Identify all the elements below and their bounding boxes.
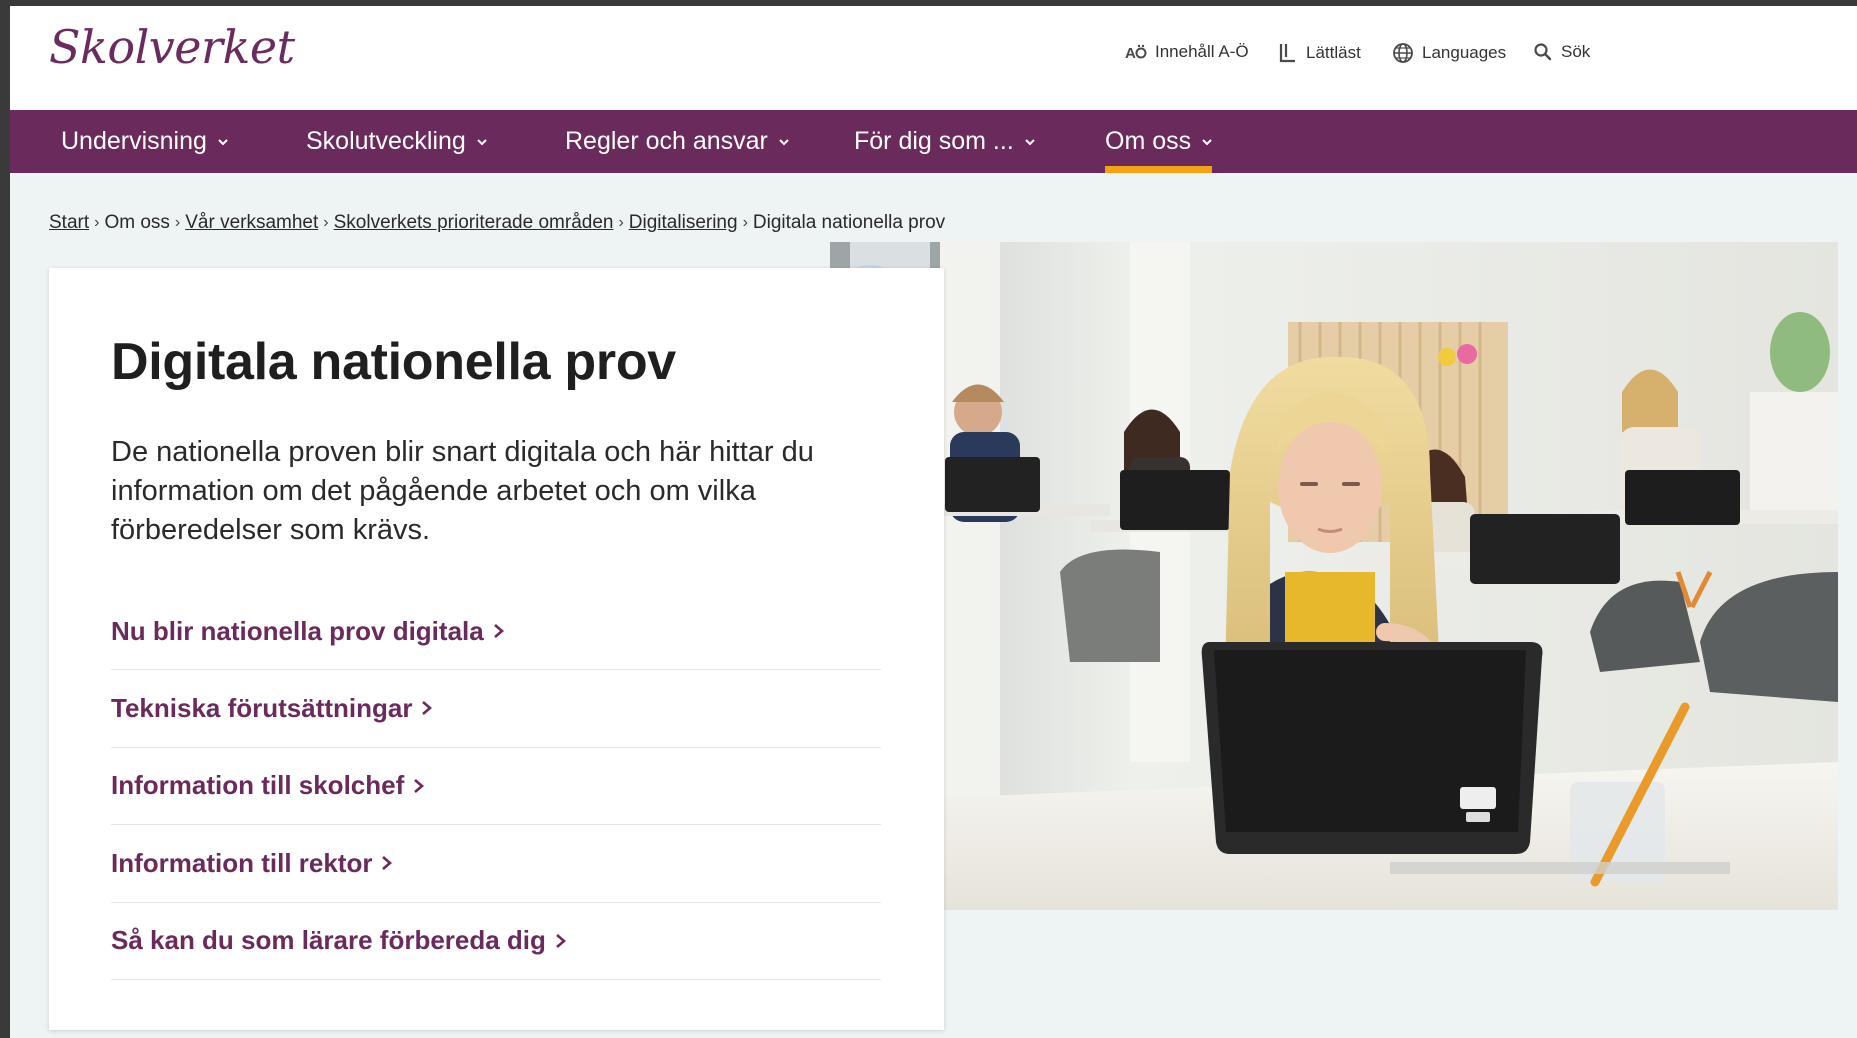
easy-read-icon — [1278, 42, 1298, 64]
breadcrumb-current-page: Digitala nationella prov — [752, 212, 946, 233]
chevron-right-icon — [414, 778, 425, 793]
breadcrumb-om-oss: Om oss — [104, 212, 170, 233]
chevron-down-icon — [779, 138, 789, 145]
nav-item-label: Om oss — [1105, 127, 1192, 155]
hero-classroom-image — [830, 242, 1838, 910]
chevron-right-icon — [556, 933, 566, 948]
page-title: Digitala nationella prov — [111, 333, 676, 391]
chevron-down-icon — [1025, 138, 1035, 145]
search-label: Sök — [1561, 42, 1591, 61]
nav-item-for-dig-som[interactable]: För dig som ... — [854, 110, 1036, 173]
breadcrumb-separator: › — [94, 214, 100, 231]
link-label: Information till skolchef — [111, 770, 405, 801]
page-lead-text: De nationella proven blir snart digitala… — [111, 436, 814, 546]
chevron-down-icon — [477, 138, 487, 145]
nav-item-label: Regler och ansvar — [565, 127, 768, 155]
link-label: Tekniska förutsättningar — [111, 692, 413, 723]
breadcrumb-var-verksamhet-link[interactable]: Vår verksamhet — [185, 212, 318, 234]
active-nav-indicator — [1105, 166, 1212, 173]
list-item: Så kan du som lärare förbereda dig — [111, 903, 881, 980]
topic-link-list: Nu blir nationella prov digitala Teknisk… — [111, 595, 881, 980]
link-sa-kan-du-som-larare-forbereda-dig[interactable]: Så kan du som lärare förbereda dig — [111, 925, 568, 956]
skolverket-logo[interactable]: Skolverket — [49, 20, 295, 74]
link-information-till-skolchef[interactable]: Information till skolchef — [111, 770, 426, 801]
nav-item-om-oss[interactable]: Om oss — [1105, 110, 1213, 173]
languages-link[interactable]: Languages — [1392, 42, 1506, 64]
svg-text:A: A — [1125, 45, 1136, 62]
breadcrumb: Start › Om oss › Vår verksamhet › Skolve… — [49, 212, 945, 234]
nav-item-regler-och-ansvar[interactable]: Regler och ansvar — [565, 110, 790, 173]
breadcrumb-separator: › — [742, 214, 748, 231]
search-icon — [1533, 42, 1553, 62]
breadcrumb-start-link[interactable]: Start — [49, 212, 89, 234]
search-link[interactable]: Sök — [1533, 42, 1590, 62]
breadcrumb-separator: › — [174, 214, 181, 231]
list-item: Tekniska förutsättningar — [111, 670, 881, 748]
list-item: Information till skolchef — [111, 748, 881, 825]
nav-item-undervisning[interactable]: Undervisning — [61, 110, 229, 173]
chevron-right-icon — [493, 624, 504, 638]
chevron-right-icon — [422, 701, 433, 716]
content-a-o-label: Innehåll A-Ö — [1155, 42, 1249, 61]
text-az-icon: A — [1125, 42, 1147, 62]
breadcrumb-separator: › — [618, 214, 624, 231]
breadcrumb-digitalisering-link[interactable]: Digitalisering — [629, 212, 738, 234]
link-label: Så kan du som lärare förbereda dig — [111, 925, 546, 956]
nav-item-label: Undervisning — [61, 127, 207, 155]
chevron-down-icon — [218, 138, 228, 145]
link-label: Nu blir nationella prov digitala — [111, 615, 484, 646]
globe-icon — [1392, 42, 1414, 64]
breadcrumb-separator: › — [323, 214, 329, 231]
nav-item-label: För dig som ... — [854, 127, 1014, 155]
content-a-o-link[interactable]: A Innehåll A-Ö — [1125, 42, 1249, 62]
nav-item-skolutveckling[interactable]: Skolutveckling — [306, 110, 488, 173]
list-item: Information till rektor — [111, 825, 881, 903]
content-card: Digitala nationella prov De nationella p… — [49, 268, 944, 1030]
list-item: Nu blir nationella prov digitala — [111, 595, 881, 670]
nav-item-label: Skolutveckling — [306, 127, 466, 155]
easy-read-link[interactable]: Lättläst — [1278, 42, 1361, 64]
link-label: Information till rektor — [111, 847, 373, 878]
browser-viewport: Skolverket A Innehåll A-Ö Lättläst Langu… — [10, 6, 1857, 1038]
languages-label: Languages — [1422, 43, 1507, 62]
link-information-till-rektor[interactable]: Information till rektor — [111, 848, 394, 879]
breadcrumb-prioriterade-omraden-link[interactable]: Skolverkets prioriterade områden — [334, 212, 614, 234]
easy-read-label: Lättläst — [1306, 43, 1361, 62]
site-header: Skolverket A Innehåll A-Ö Lättläst Langu… — [10, 6, 1857, 110]
chevron-right-icon — [382, 856, 393, 871]
link-tekniska-forutsattningar[interactable]: Tekniska förutsättningar — [111, 693, 434, 724]
main-navigation: Undervisning Skolutveckling Regler och a… — [10, 110, 1857, 173]
link-nu-blir-nationella-prov-digitala[interactable]: Nu blir nationella prov digitala — [111, 616, 506, 647]
chevron-down-icon — [1202, 138, 1212, 145]
